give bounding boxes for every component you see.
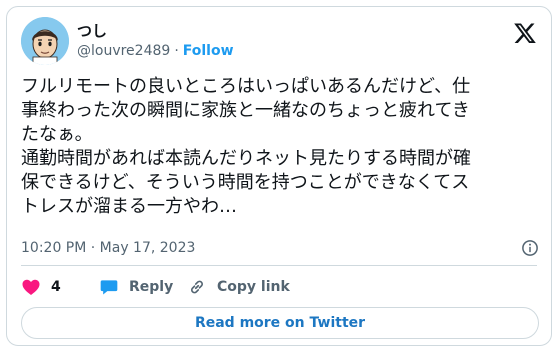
link-icon <box>191 280 203 294</box>
handle-row: @louvre2489 · Follow <box>77 41 234 61</box>
tweet-meta: 10:20 PM · May 17, 2023 <box>21 237 539 259</box>
divider <box>21 265 537 266</box>
reply-label: Reply <box>129 279 174 295</box>
info-icon[interactable] <box>521 239 539 257</box>
like-button[interactable]: 4 <box>21 273 61 301</box>
author-info: つし @louvre2489 · Follow <box>77 21 234 61</box>
tweet-header: つし @louvre2489 · Follow <box>21 17 537 69</box>
action-bar: 4 Reply Copy link <box>21 273 539 301</box>
x-logo-icon[interactable] <box>513 21 537 45</box>
reply-button[interactable]: Reply <box>99 273 173 301</box>
heart-icon <box>22 279 40 295</box>
tweet-card: つし @louvre2489 · Follow フルリモートの良いところはいっぱいあ… <box>6 6 552 346</box>
speech-bubble-icon <box>100 280 118 295</box>
like-count: 4 <box>51 279 61 295</box>
separator-dot: · <box>174 43 179 59</box>
copy-link-button[interactable]: Copy link <box>187 273 290 301</box>
display-name[interactable]: つし <box>77 21 234 41</box>
author-handle[interactable]: @louvre2489 <box>77 43 170 59</box>
read-more-button[interactable]: Read more on Twitter <box>21 307 539 339</box>
avatar[interactable] <box>21 17 69 65</box>
tweet-text: フルリモートの良いところはいっぱいあるんだけど、仕 事終わった次の瞬間に家族と一… <box>21 76 471 217</box>
copy-link-label: Copy link <box>217 279 290 295</box>
cartoon-man-avatar-icon <box>21 17 69 65</box>
follow-button[interactable]: Follow <box>183 43 234 59</box>
timestamp[interactable]: 10:20 PM · May 17, 2023 <box>21 240 195 256</box>
